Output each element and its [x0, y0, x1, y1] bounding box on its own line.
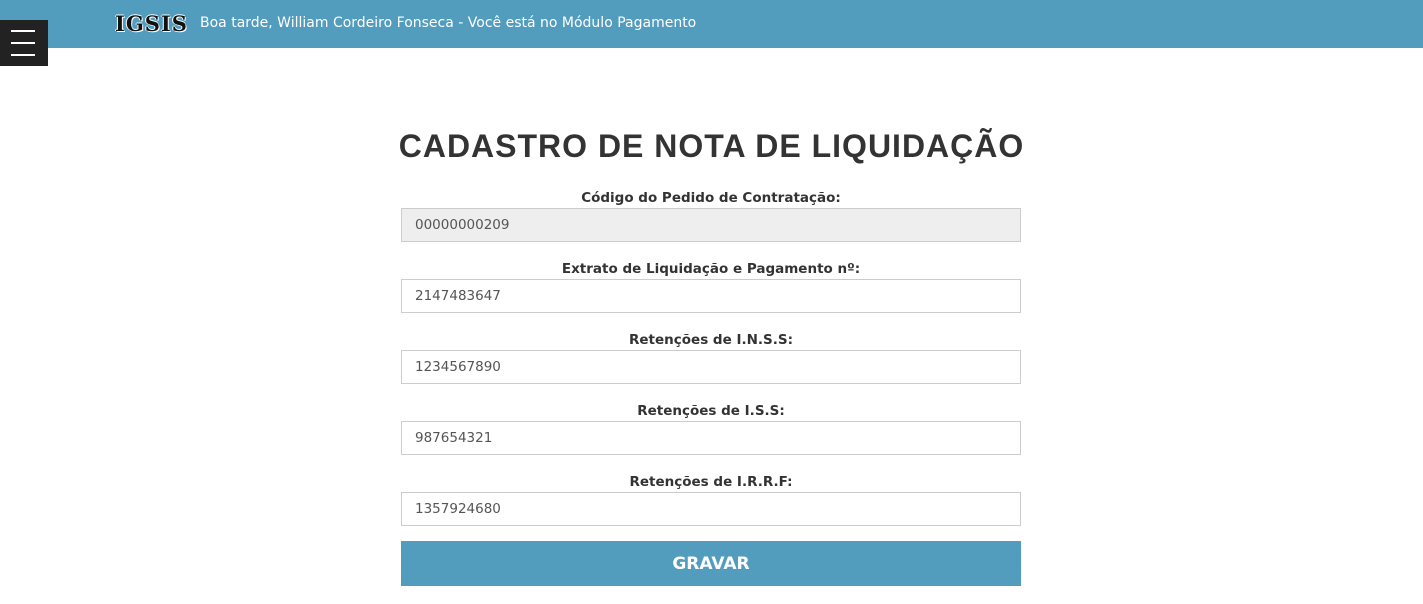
statement-number-label: Extrato de Liquidação e Pagamento nº: [561, 261, 861, 277]
menu-bar-middle [11, 42, 35, 44]
inss-withholding-input[interactable] [401, 350, 1021, 384]
top-navbar: IGSIS Boa tarde, William Cordeiro Fonsec… [0, 0, 1423, 48]
app-logo[interactable]: IGSIS [115, 11, 188, 36]
menu-bar-bottom [11, 54, 35, 56]
order-code-label: Código do Pedido de Contratação: [581, 190, 841, 206]
hamburger-menu-icon[interactable] [0, 20, 48, 66]
irrf-withholding-input[interactable] [401, 492, 1021, 526]
menu-bar-top [11, 30, 35, 32]
save-button[interactable]: GRAVAR [401, 541, 1021, 586]
order-code-input[interactable] [401, 208, 1021, 242]
page-title: CADASTRO DE NOTA DE LIQUIDAÇÃO [398, 128, 1025, 164]
liquidation-note-form: Código do Pedido de Contratação: Extrato… [401, 188, 1021, 586]
irrf-withholding-label: Retenções de I.R.R.F: [629, 474, 793, 490]
greeting-text: Boa tarde, William Cordeiro Fonseca - Vo… [200, 15, 697, 31]
iss-withholding-label: Retenções de I.S.S: [637, 403, 785, 419]
iss-withholding-input[interactable] [401, 421, 1021, 455]
statement-number-input[interactable] [401, 279, 1021, 313]
inss-withholding-label: Retenções de I.N.S.S: [628, 332, 793, 348]
